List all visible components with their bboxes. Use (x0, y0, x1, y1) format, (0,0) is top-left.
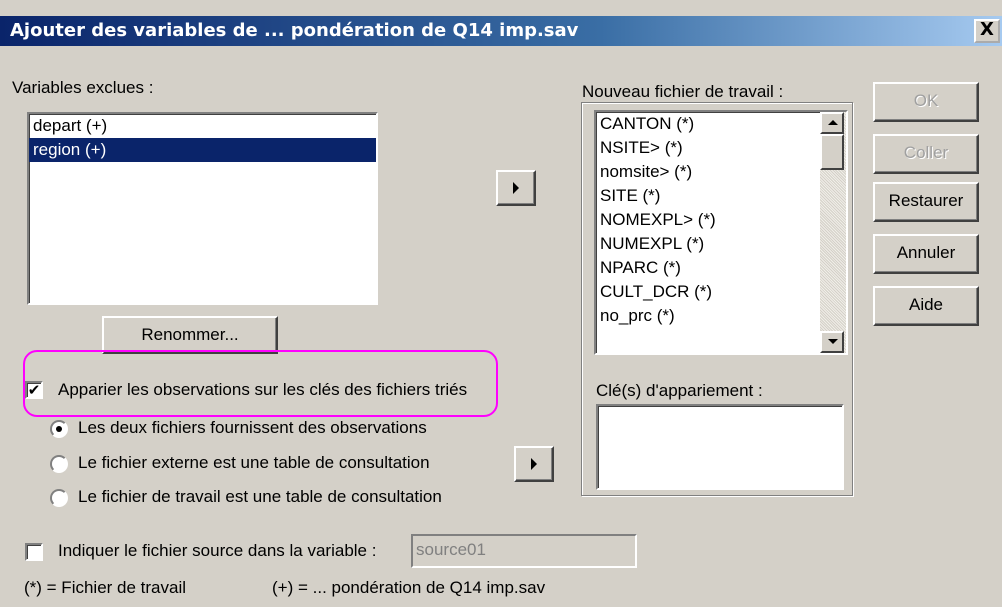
radio-working-lookup-label: Le fichier de travail est une table de c… (78, 487, 442, 506)
list-item[interactable]: SITE (*) (596, 184, 818, 208)
move-to-working-file-button[interactable] (496, 170, 536, 206)
new-working-file-list[interactable]: CANTON (*) NSITE> (*) nomsite> (*) SITE … (594, 110, 848, 355)
vertical-scrollbar[interactable] (820, 112, 846, 353)
match-keys-list[interactable] (596, 404, 844, 490)
source-variable-checkbox[interactable] (25, 543, 43, 561)
list-item[interactable]: NOMEXPL> (*) (596, 208, 818, 232)
list-item[interactable]: CULT_DCR (*) (596, 280, 818, 304)
scroll-down-button[interactable] (820, 331, 844, 353)
paste-button[interactable]: Coller (873, 134, 979, 174)
help-button[interactable]: Aide (873, 286, 979, 326)
list-item[interactable]: NPARC (*) (596, 256, 818, 280)
match-keys-label: Clé(s) d'appariement : (596, 381, 763, 400)
arrow-right-icon (531, 458, 537, 470)
list-item[interactable]: region (+) (29, 138, 376, 162)
add-variables-dialog: Ajouter des variables de ... pondération… (0, 0, 1002, 607)
excluded-variables-list[interactable]: depart (+) region (+) (27, 112, 378, 305)
list-item[interactable]: NUMEXPL (*) (596, 232, 818, 256)
move-to-keys-button[interactable] (514, 446, 554, 482)
radio-both-files[interactable] (50, 420, 68, 438)
rename-button[interactable]: Renommer... (102, 316, 278, 354)
list-item[interactable]: nomsite> (*) (596, 160, 818, 184)
arrow-right-icon (513, 182, 519, 194)
new-working-file-label: Nouveau fichier de travail : (582, 82, 784, 101)
list-item[interactable]: no_prc (*) (596, 304, 818, 328)
arrow-up-icon (828, 120, 838, 125)
list-item[interactable]: NSITE> (*) (596, 136, 818, 160)
radio-external-lookup-label: Le fichier externe est une table de cons… (78, 453, 430, 472)
radio-dot-icon (56, 426, 62, 432)
legend-external-file: (+) = ... pondération de Q14 imp.sav (272, 578, 546, 597)
match-keys-checkbox-label: Apparier les observations sur les clés d… (58, 380, 468, 399)
scroll-thumb[interactable] (820, 134, 844, 170)
legend-working-file: (*) = Fichier de travail (24, 578, 187, 597)
window-title: Ajouter des variables de ... pondération… (10, 20, 579, 41)
source-variable-field[interactable]: source01 (411, 534, 637, 568)
list-item[interactable]: depart (+) (29, 114, 376, 138)
radio-working-lookup[interactable] (50, 489, 68, 507)
ok-button[interactable]: OK (873, 82, 979, 122)
reset-button[interactable]: Restaurer (873, 182, 979, 222)
excluded-variables-label: Variables exclues : (12, 78, 154, 97)
scroll-up-button[interactable] (820, 112, 844, 134)
source-variable-checkbox-label: Indiquer le fichier source dans la varia… (58, 541, 377, 560)
arrow-down-icon (828, 339, 838, 344)
close-button[interactable]: X (974, 19, 1000, 43)
cancel-button[interactable]: Annuler (873, 234, 979, 274)
radio-external-lookup[interactable] (50, 455, 68, 473)
list-item[interactable]: CANTON (*) (596, 112, 818, 136)
match-keys-checkbox[interactable]: ✔ (25, 381, 43, 399)
radio-both-files-label: Les deux fichiers fournissent des observ… (78, 418, 427, 437)
title-bar[interactable]: Ajouter des variables de ... pondération… (0, 16, 1002, 46)
